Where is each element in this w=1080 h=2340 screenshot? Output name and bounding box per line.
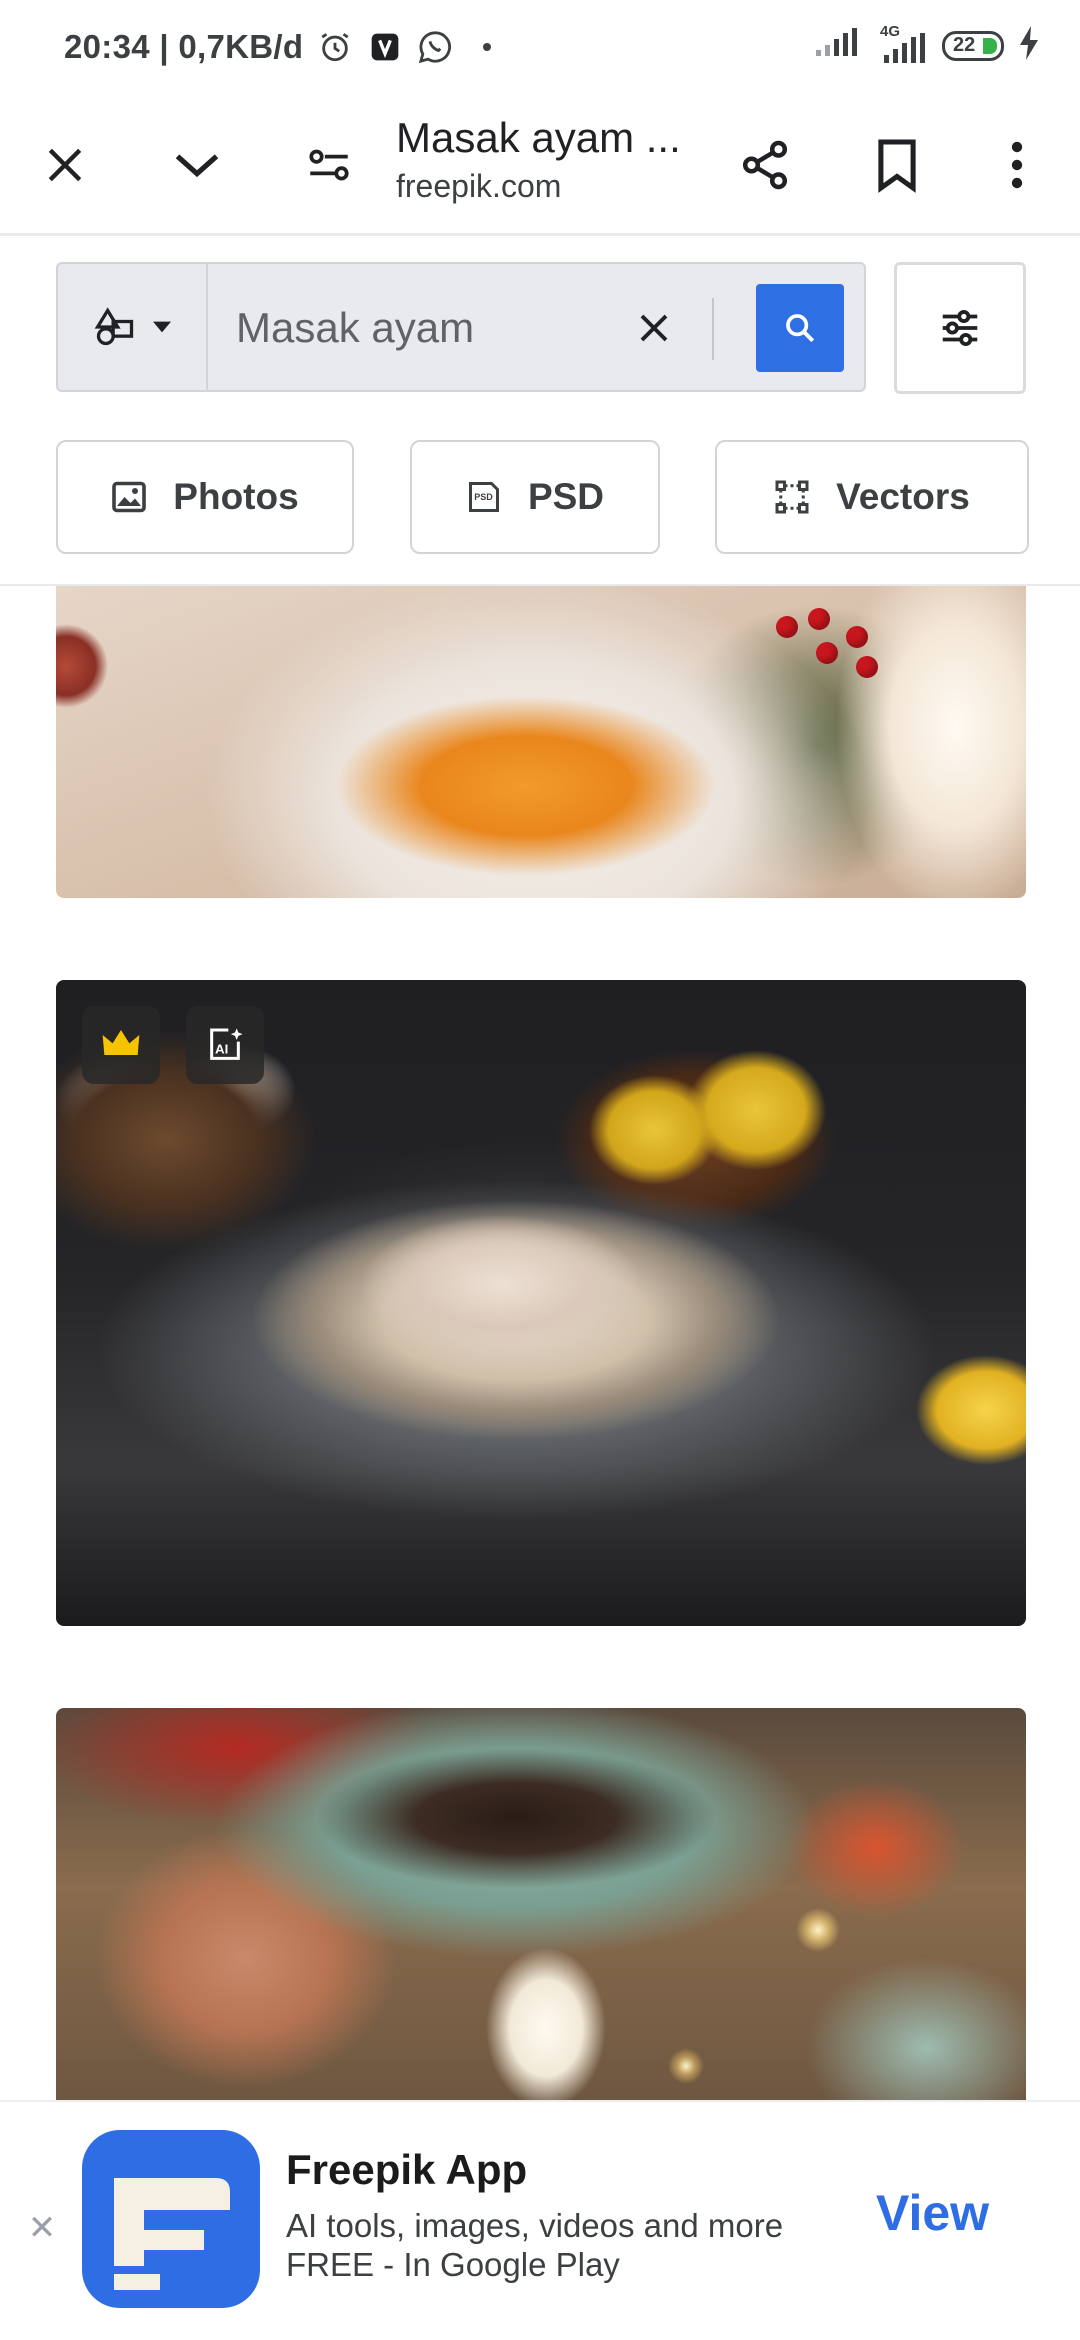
site-settings-icon [309,149,349,181]
status-time-speed: 20:34 | 0,7KB/d [64,28,304,65]
battery-level: 22 [953,34,976,56]
clear-icon [640,314,668,342]
share-icon [742,140,788,190]
search-input[interactable] [236,298,616,358]
chip-photos[interactable]: Photos [56,440,354,554]
banner-view-button[interactable]: View [876,2184,989,2242]
status-bar: 20:34 | 0,7KB/d 4G 22 [0,0,1080,100]
signal-icon [814,28,858,63]
signal-4g-icon: 4G [872,23,928,63]
ai-badge: AI [186,1006,264,1084]
clear-search-button[interactable] [622,296,686,360]
freepik-app-logo[interactable] [82,2130,260,2308]
close-tab-button[interactable] [20,120,110,210]
app-install-banner: ✕ Freepik App AI tools, images, videos a… [0,2100,1080,2340]
share-button[interactable] [720,120,810,210]
status-right: 4G 22 [814,23,1040,65]
result-image-2[interactable]: AI [56,980,1026,1626]
page-domain: freepik.com [396,168,562,204]
result-image-3[interactable] [56,1708,1026,2108]
chip-vectors-label: Vectors [836,476,970,517]
app-notification-icon [367,29,403,65]
page-title: Masak ayam ... [396,114,681,161]
close-icon: ✕ [27,2209,57,2247]
banner-line-1: AI tools, images, videos and more [286,2207,784,2244]
close-icon [48,148,82,182]
banner-close-button[interactable]: ✕ [18,2204,66,2252]
bookmark-icon [878,139,916,193]
svg-text:AI: AI [215,1041,228,1056]
charging-icon [1018,26,1040,65]
banner-app-title: Freepik App [286,2146,528,2193]
shapes-icon [94,307,134,346]
page-title-block[interactable]: Masak ayam ... freepik.com [396,114,696,205]
banner-line-2: FREE - In Google Play [286,2246,620,2283]
svg-text:PSD: PSD [474,492,493,502]
caret-down-icon [153,321,171,333]
filters-button[interactable] [894,262,1026,394]
whatsapp-icon [417,29,453,65]
alarm-icon [317,29,353,65]
chip-psd[interactable]: PSD PSD [410,440,660,554]
search-box [56,262,866,392]
search-divider [712,298,714,360]
custom-tab-toolbar: Masak ayam ... freepik.com [0,100,1080,236]
ai-generated-icon: AI [210,1028,243,1060]
vector-icon [775,480,809,514]
search-icon [786,314,815,343]
banner-description: AI tools, images, videos and more FREE -… [286,2206,846,2284]
photo-icon [112,481,147,513]
site-settings-button[interactable] [284,120,374,210]
premium-badge [82,1006,160,1084]
more-vert-icon [1011,141,1023,189]
psd-icon: PSD [468,482,499,512]
asset-type-dropdown[interactable] [58,264,208,390]
battery-icon: 22 [942,30,1004,61]
dot-icon [483,43,492,51]
premium-crown-icon [102,1030,140,1055]
chevron-down-icon [175,154,219,178]
chip-photos-label: Photos [173,476,299,517]
bookmark-button[interactable] [852,120,942,210]
status-left: 20:34 | 0,7KB/d [64,28,492,66]
more-options-button[interactable] [972,120,1062,210]
filter-sliders-icon [942,309,978,347]
result-image-1[interactable] [56,586,1026,898]
minimize-button[interactable] [152,120,242,210]
chip-psd-label: PSD [527,476,605,517]
chip-vectors[interactable]: Vectors [715,440,1029,554]
search-button[interactable] [756,284,844,372]
